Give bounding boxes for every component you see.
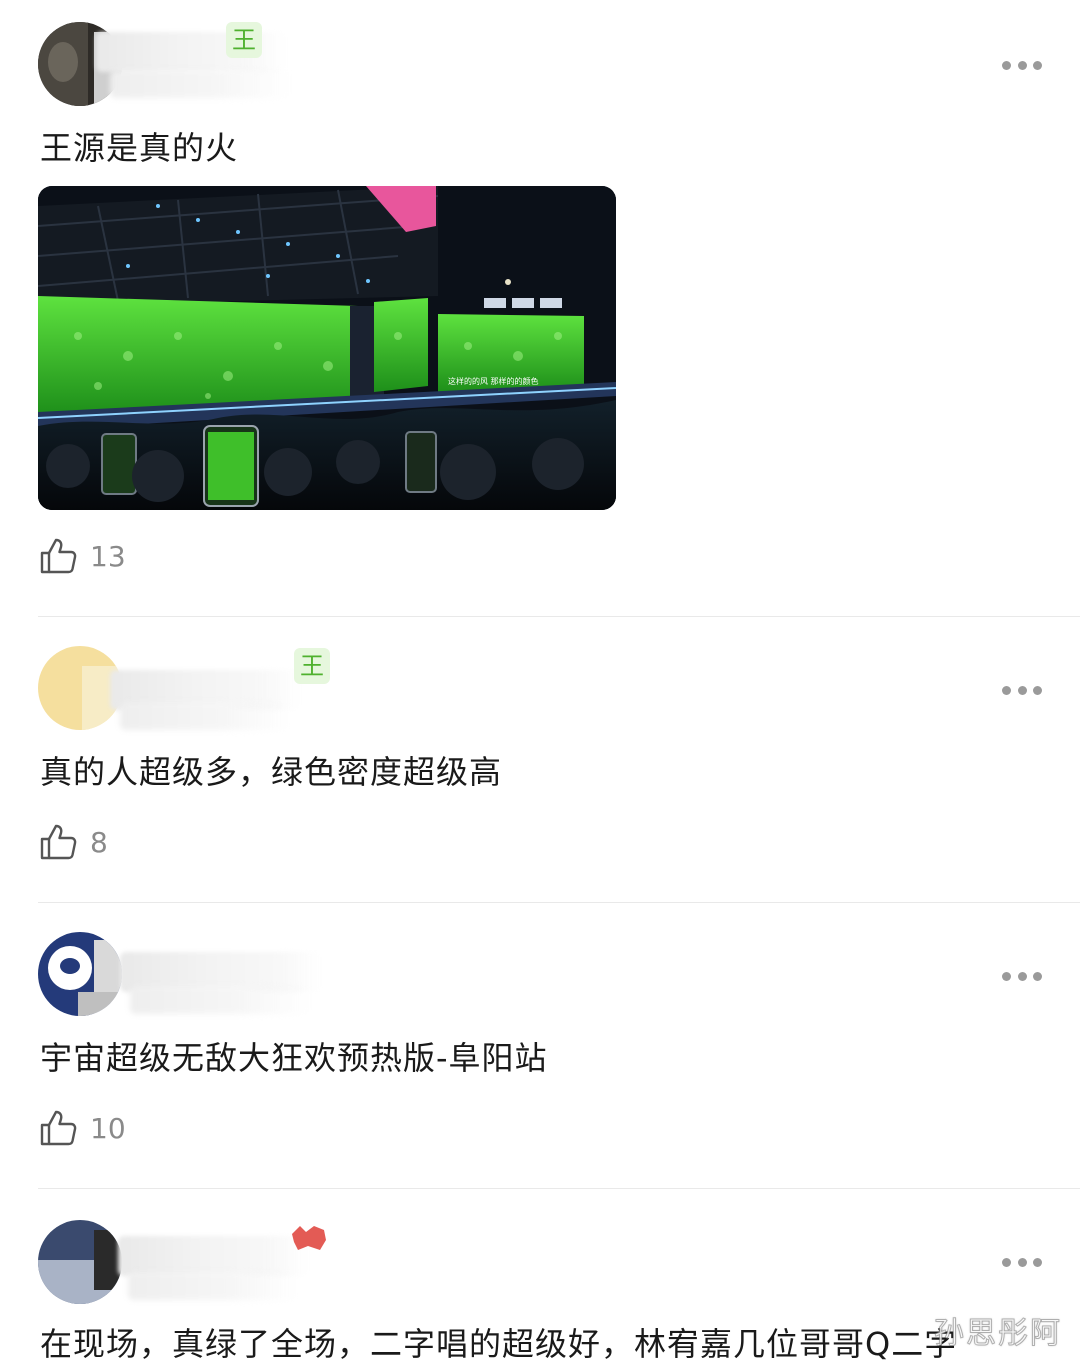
comment-text: 真的人超级多，绿色密度超级高 (40, 753, 503, 791)
concert-photo[interactable]: 这样的的风 那样的的颜色 (38, 186, 616, 510)
like-button[interactable]: 8 (38, 820, 108, 864)
comment-text: 王源是真的火 (40, 129, 239, 167)
more-options-icon[interactable] (1002, 59, 1042, 71)
comment-text: 在现场，真绿了全场，二字唱的超级好，林宥嘉几位哥哥Q二字 (40, 1325, 958, 1363)
like-count: 10 (90, 1111, 126, 1145)
like-count: 8 (90, 825, 108, 859)
like-button[interactable]: 13 (38, 534, 126, 578)
avatar[interactable] (38, 932, 122, 1016)
divider (38, 616, 1080, 617)
thumbs-up-icon (40, 538, 77, 574)
divider (38, 902, 1080, 903)
fan-badge: 王 (294, 648, 330, 684)
comment-card: 宇宙超级无敌大狂欢预热版-阜阳站 10 (0, 904, 1080, 1190)
more-options-icon[interactable] (1002, 970, 1042, 982)
thumbs-up-icon (40, 824, 77, 860)
divider (38, 1188, 1080, 1189)
more-options-icon[interactable] (1002, 684, 1042, 696)
comment-card: 王 王源是真的火 这样的的风 那样的的颜色 13 (0, 0, 1080, 618)
thumbs-up-icon (40, 1110, 77, 1146)
username-blurred-2 (120, 702, 290, 730)
comment-card: 王 真的人超级多，绿色密度超级高 8 (0, 618, 1080, 904)
screen-caption: 这样的的风 那样的的颜色 (448, 376, 539, 386)
comment-card: 在现场，真绿了全场，二字唱的超级好，林宥嘉几位哥哥Q二字 (0, 1190, 1080, 1368)
username-blurred[interactable] (118, 1236, 308, 1276)
fan-badge: 王 (226, 22, 262, 58)
avatar[interactable] (38, 1220, 122, 1304)
username-blurred-2 (130, 986, 310, 1014)
like-button[interactable]: 10 (38, 1106, 126, 1150)
concert-stage-image: 这样的的风 那样的的颜色 (38, 186, 616, 510)
username-blurred-2 (128, 1272, 298, 1300)
watermark: 孙思彤阿 (934, 1316, 1062, 1352)
more-options-icon[interactable] (1002, 1256, 1042, 1268)
flag-badge-icon (290, 1224, 328, 1252)
username-blurred-2 (110, 70, 290, 98)
comment-text: 宇宙超级无敌大狂欢预热版-阜阳站 (40, 1039, 548, 1077)
like-count: 13 (90, 539, 126, 573)
